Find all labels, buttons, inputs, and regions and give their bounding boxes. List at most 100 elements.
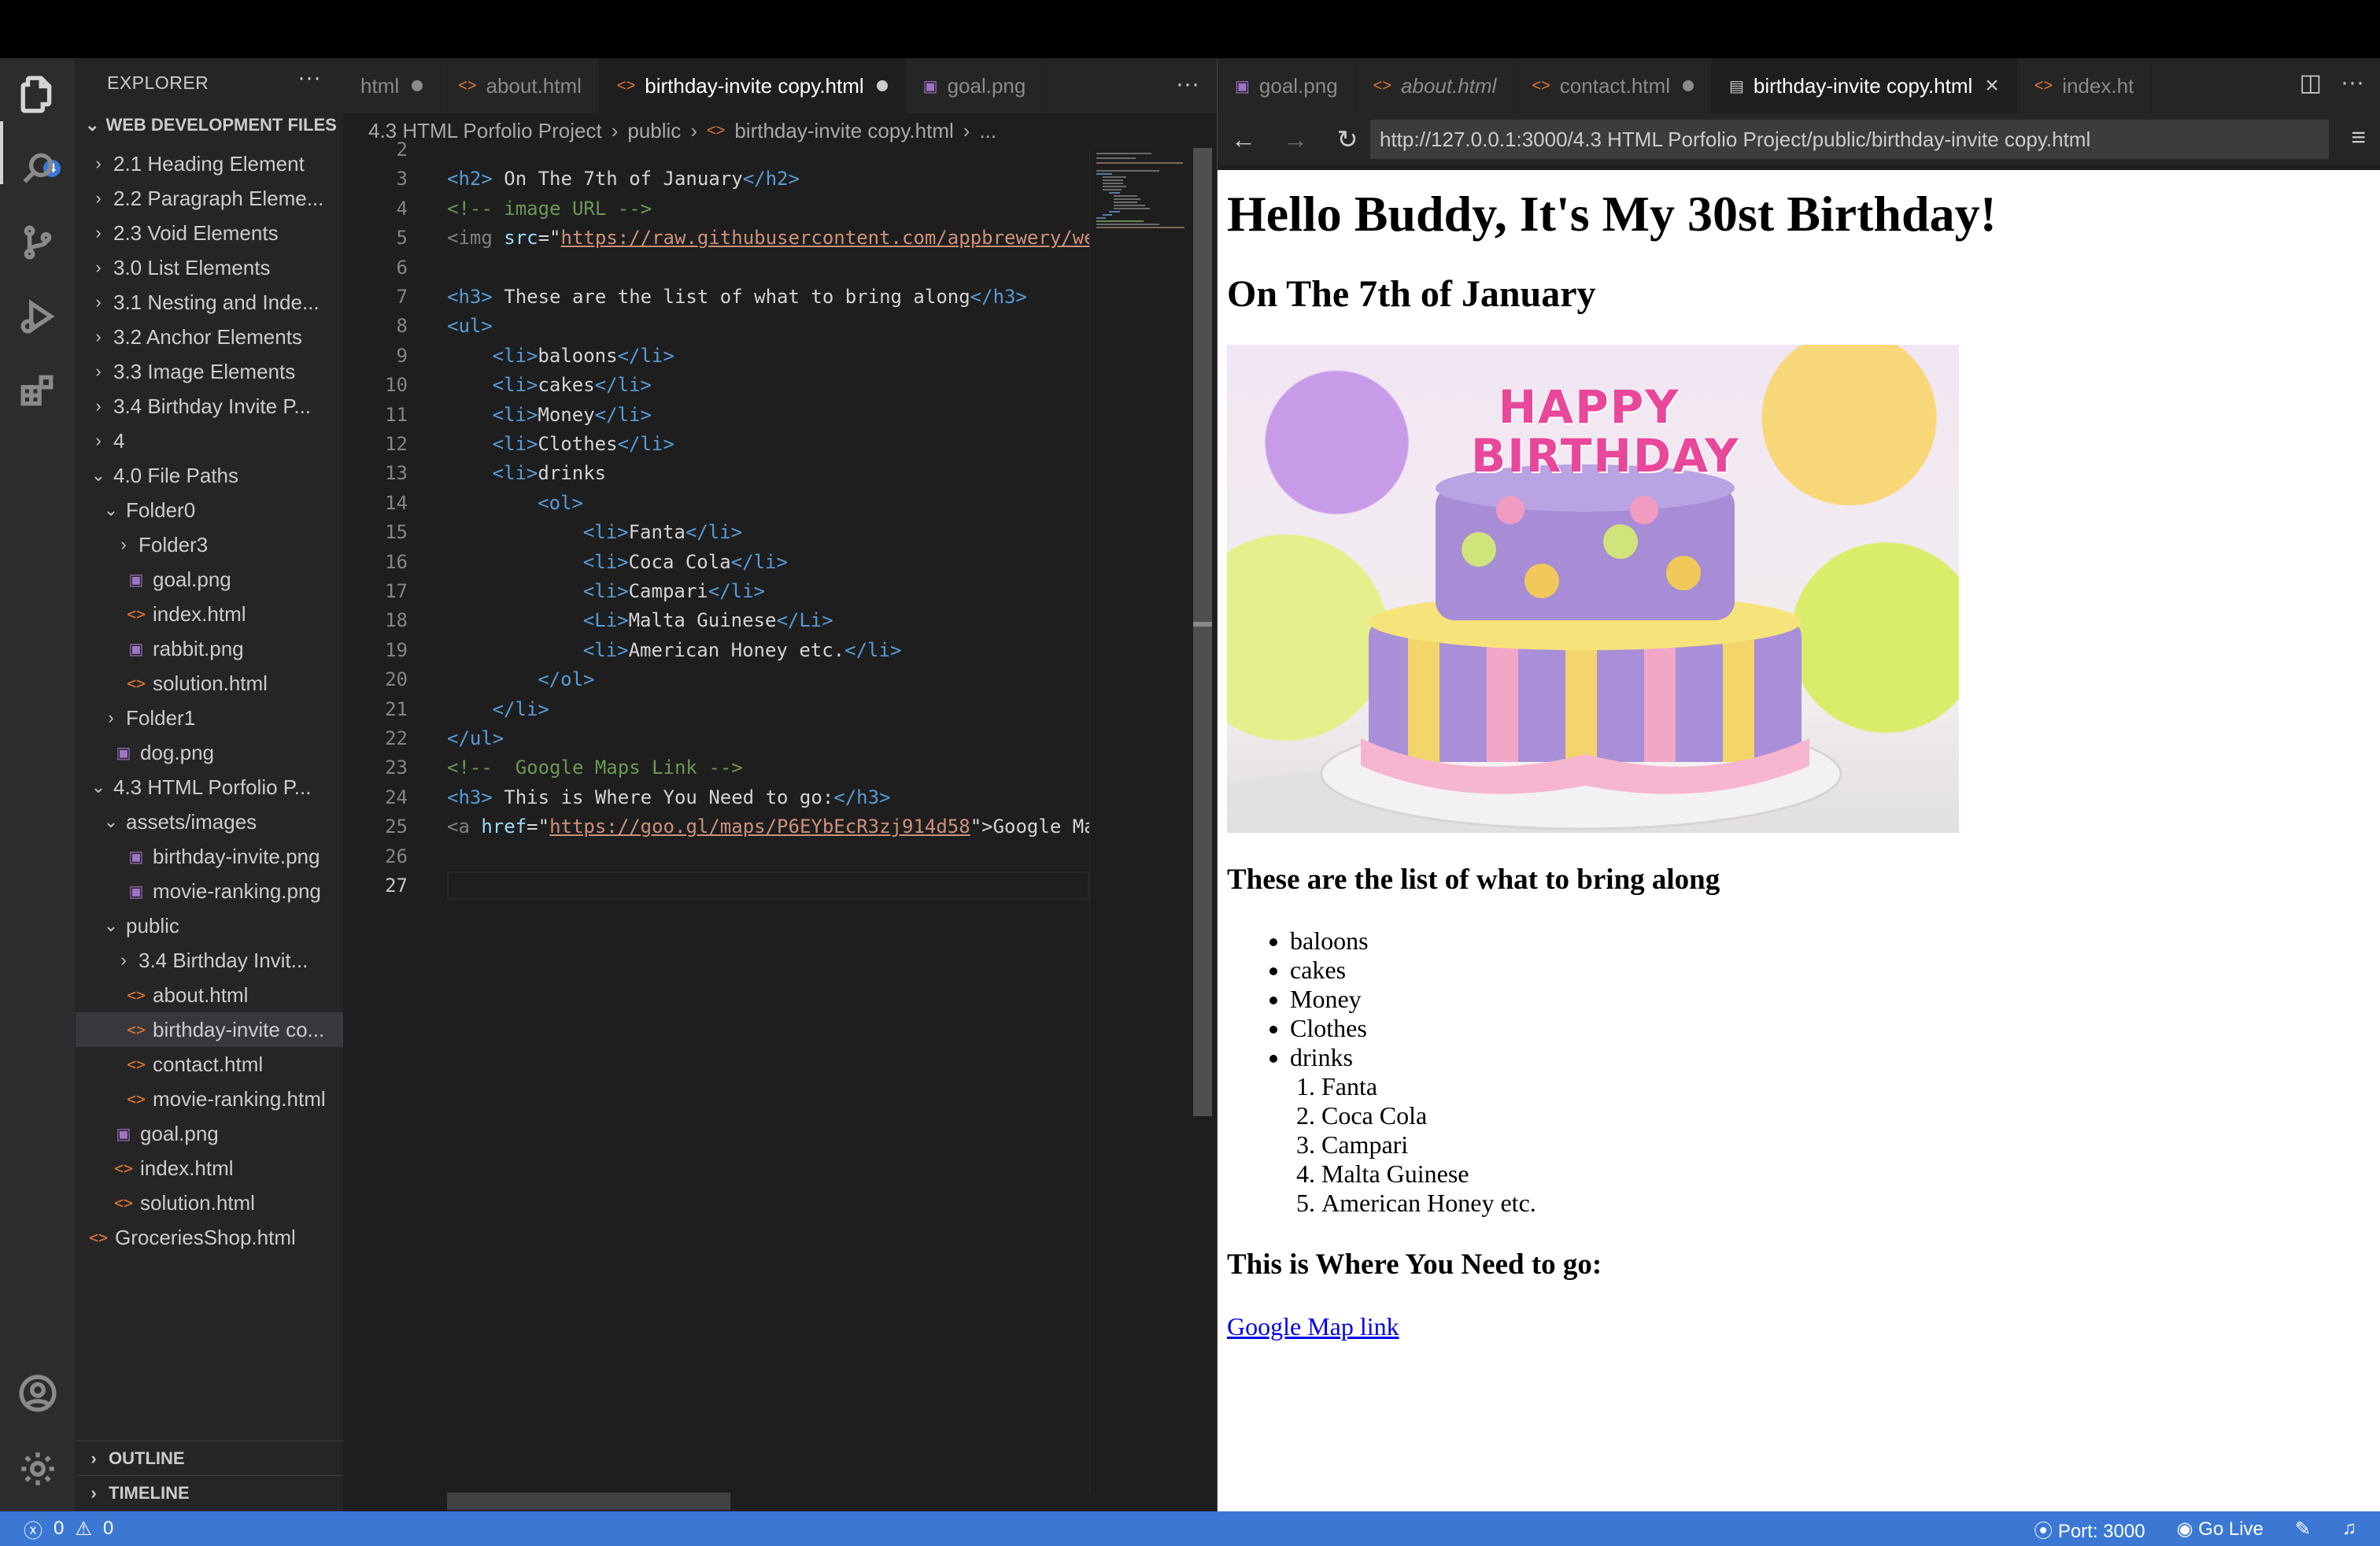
run-debug-icon[interactable] <box>17 296 58 337</box>
port-status[interactable]: ⦿ Port: 3000 <box>2034 1515 2145 1543</box>
tree-file[interactable]: <> solution.html <box>76 1185 343 1220</box>
tree-folder[interactable]: › 3.4 Birthday Invite P... <box>76 389 343 423</box>
editor-horizontal-scrollbar[interactable] <box>447 1492 730 1510</box>
source-control-icon[interactable] <box>17 222 58 263</box>
chevron-right-icon: › <box>91 1482 97 1503</box>
menu-icon[interactable]: ≡ <box>2351 123 2366 152</box>
line-number: 11 <box>385 403 408 426</box>
tab-about-html[interactable]: <> about.html <box>1356 58 1515 113</box>
line-number: 14 <box>385 491 408 514</box>
account-icon[interactable] <box>17 1373 58 1414</box>
tree-file[interactable]: <> solution.html <box>76 666 343 701</box>
list-item: cakes <box>1290 956 2380 985</box>
tree-folder[interactable]: › 3.1 Nesting and Inde... <box>76 285 343 320</box>
tree-file[interactable]: <> movie-ranking.html <box>76 1082 343 1116</box>
tree-folder[interactable]: ⌄ assets/images <box>76 804 343 839</box>
code-token: </h3> <box>970 286 1027 308</box>
tree-file[interactable]: <> index.html <box>76 597 343 631</box>
code-line: <li>Clothes</li> <box>447 433 1089 455</box>
tree-file[interactable]: <> index.html <box>76 1151 343 1185</box>
tree-file[interactable]: <> birthday-invite co... <box>76 1012 343 1047</box>
tree-folder[interactable]: › 2.2 Paragraph Eleme... <box>76 181 343 216</box>
line-number: 21 <box>385 697 408 720</box>
editor-more-actions[interactable]: ··· <box>1176 71 1199 98</box>
tree-folder[interactable]: › 2.1 Heading Element <box>76 146 343 181</box>
code-line: <img src="https://raw.githubusercontent.… <box>447 227 1089 249</box>
tree-file[interactable]: <> GroceriesShop.html <box>76 1220 343 1255</box>
tree-folder[interactable]: › Folder3 <box>76 527 343 562</box>
activity-bar: 4 <box>0 58 76 1511</box>
breadcrumb-item[interactable]: public <box>627 119 681 143</box>
close-icon[interactable]: × <box>1985 72 1999 99</box>
explorer-more-actions[interactable]: ··· <box>298 65 321 91</box>
code-token: <h2> <box>447 168 493 190</box>
problems-indicator[interactable]: ⓧ 0 ⚠ 0 <box>24 1515 113 1543</box>
workspace-section-header[interactable]: ⌄ WEB DEVELOPMENT FILES <box>85 115 337 135</box>
code-token: <a <box>447 816 482 838</box>
go-live-button[interactable]: ◉ Go Live <box>2177 1518 2264 1540</box>
split-editor-icon[interactable]: ◫ <box>2300 69 2322 97</box>
code-line: </ul> <box>447 727 1089 749</box>
timeline-panel-header[interactable]: › TIMELINE <box>76 1475 343 1510</box>
tree-file[interactable]: ▣ rabbit.png <box>76 631 343 666</box>
code-token: src <box>504 227 538 250</box>
breadcrumb-item[interactable]: ... <box>979 119 996 143</box>
line-number: 23 <box>385 756 408 779</box>
tree-file[interactable]: ▣ movie-ranking.png <box>76 874 343 908</box>
image-file-icon: ▣ <box>128 882 144 901</box>
tree-folder[interactable]: ⌄ 4.3 HTML Porfolio P... <box>76 770 343 804</box>
tree-item-label: 4 <box>113 428 125 453</box>
notifications-bell-icon[interactable]: ♫ <box>2342 1518 2356 1540</box>
tree-file[interactable]: ▣ birthday-invite.png <box>76 839 343 874</box>
search-icon[interactable] <box>17 148 58 189</box>
list-item-label: drinks <box>1290 1042 1353 1071</box>
chevron-right-icon: › <box>611 118 619 142</box>
tree-folder[interactable]: › Folder1 <box>76 701 343 735</box>
tree-folder[interactable]: › 3.2 Anchor Elements <box>76 320 343 354</box>
explorer-files-icon[interactable] <box>17 74 58 115</box>
tree-file[interactable]: <> contact.html <box>76 1047 343 1082</box>
chevron-down-icon: ⌄ <box>91 465 106 485</box>
code-line: <li>Coca Cola</li> <box>447 551 1089 573</box>
back-arrow-icon[interactable]: ← <box>1218 125 1269 154</box>
tree-file[interactable]: ▣ dog.png <box>76 735 343 770</box>
tree-folder[interactable]: ⌄ public <box>76 908 343 943</box>
minimap[interactable] <box>1089 148 1187 1494</box>
more-actions-icon[interactable]: ··· <box>2341 69 2364 97</box>
tree-file[interactable]: ▣ goal.png <box>76 1116 343 1151</box>
breadcrumb-item[interactable]: birthday-invite copy.html <box>734 119 953 143</box>
tab-contact-html[interactable]: <> contact.html <box>1514 58 1712 113</box>
url-bar[interactable]: http://127.0.0.1:3000/4.3 HTML Porfolio … <box>1370 120 2329 159</box>
tree-file[interactable]: <> about.html <box>76 978 343 1012</box>
tree-folder[interactable]: ⌄ 4.0 File Paths <box>76 458 343 493</box>
tree-folder[interactable]: ⌄ Folder0 <box>76 493 343 527</box>
tab-goal-png[interactable]: ▣ goal.png <box>1218 58 1356 113</box>
feedback-icon[interactable]: ✎ <box>2295 1518 2311 1540</box>
tree-folder[interactable]: › 3.0 List Elements <box>76 250 343 285</box>
tree-folder[interactable]: › 3.4 Birthday Invit... <box>76 943 343 978</box>
line-number: 6 <box>396 256 408 279</box>
code-token: <li> <box>582 521 629 544</box>
tab-preview-birthday-invite[interactable]: ▤ birthday-invite copy.html × <box>1711 58 2017 113</box>
editor-vertical-scrollbar[interactable] <box>1193 148 1212 1116</box>
tree-file[interactable]: ▣ goal.png <box>76 562 343 597</box>
code-token: </ul> <box>447 727 504 749</box>
tree-item-label: assets/images <box>126 809 257 834</box>
extensions-icon[interactable] <box>17 370 58 411</box>
outline-panel-header[interactable]: › OUTLINE <box>76 1441 343 1475</box>
tree-folder[interactable]: › 4 <box>76 423 343 458</box>
tree-folder[interactable]: › 2.3 Void Elements <box>76 216 343 250</box>
tab-html[interactable]: html <box>343 58 442 113</box>
reload-icon[interactable]: ↻ <box>1321 124 1373 154</box>
tab-about-html[interactable]: <> about.html <box>441 58 600 113</box>
go-live-icon: ◉ <box>2176 1518 2199 1540</box>
settings-gear-icon[interactable] <box>17 1448 58 1489</box>
google-map-link[interactable]: Google Map link <box>1227 1312 1399 1341</box>
tree-folder[interactable]: › 3.3 Image Elements <box>76 354 343 389</box>
tab-index-html[interactable]: <> index.ht <box>2017 58 2153 113</box>
tab-birthday-invite-copy[interactable]: <> birthday-invite copy.html <box>599 58 906 113</box>
code-line: <h3> This is Where You Need to go:</h3> <box>447 786 1089 808</box>
code-token: </li> <box>685 521 743 544</box>
tab-goal-png[interactable]: ▣ goal.png <box>906 58 1044 113</box>
forward-arrow-icon[interactable]: → <box>1269 125 1321 154</box>
